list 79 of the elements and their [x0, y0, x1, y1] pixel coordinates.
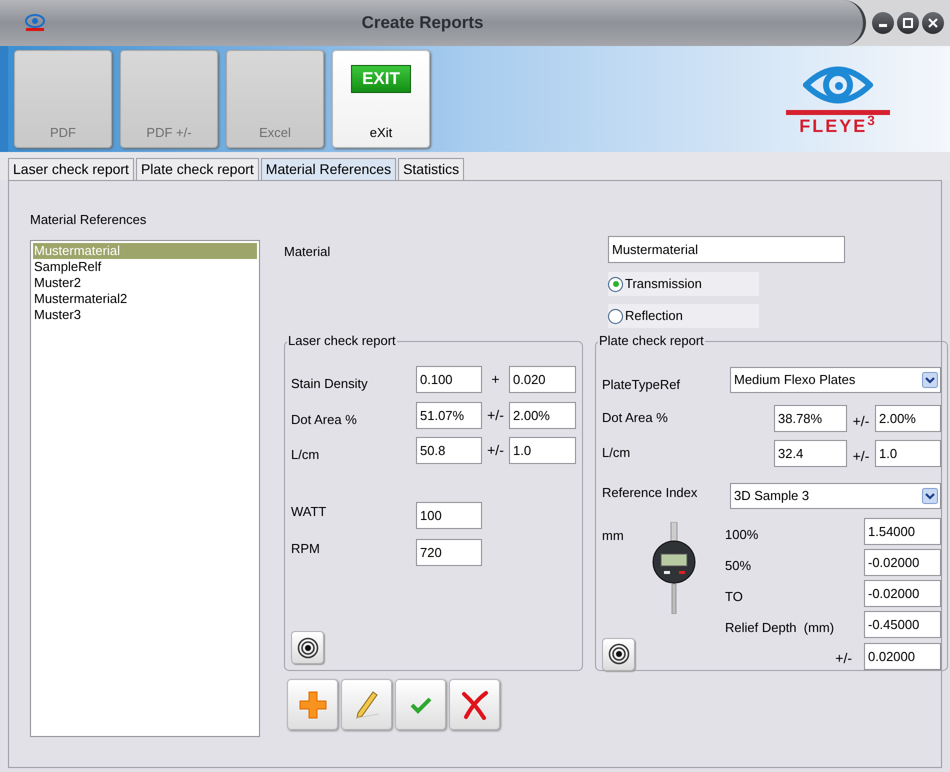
field-label: PlateTypeRef — [602, 376, 682, 394]
dropdown[interactable]: 3D Sample 3 — [730, 482, 941, 508]
app-icon — [24, 14, 46, 32]
radio-option[interactable]: Reflection — [608, 304, 759, 328]
tolerance-field[interactable]: 2.00% — [875, 404, 941, 432]
window-title: Create Reports — [360, 12, 484, 34]
cross-icon — [460, 690, 490, 720]
close-icon — [928, 18, 938, 28]
group-title: Laser check report — [287, 334, 397, 348]
tolerance-sign: +/- — [486, 441, 505, 460]
dropdown[interactable]: Medium Flexo Plates — [730, 366, 941, 393]
chevron-down-icon — [922, 488, 938, 504]
confirm-button[interactable] — [395, 679, 446, 730]
tolerance-field[interactable]: 1.0 — [875, 440, 941, 466]
tolerance-sign: +/- — [835, 648, 853, 668]
tab[interactable]: Laser check report — [8, 158, 134, 180]
plus-icon — [298, 690, 328, 720]
target-icon — [296, 636, 318, 658]
field-label: Dot Area % — [291, 410, 358, 428]
tolerance-field[interactable]: 2.00% — [509, 402, 576, 429]
maximize-icon — [903, 18, 913, 28]
list-item[interactable]: Muster2 — [33, 274, 257, 290]
logo: FLEYE$^{3}$ — [786, 62, 890, 136]
material-field[interactable]: Mustermaterial — [608, 236, 845, 263]
exit-sign: EXIT — [351, 65, 411, 93]
list-item[interactable]: SampleRelf — [33, 258, 257, 274]
list-title: Material References — [30, 211, 148, 229]
value-field[interactable]: 51.07% — [416, 402, 482, 429]
field-label: Stain Density — [291, 375, 369, 393]
unit-label: mm — [602, 526, 625, 544]
measurement-field[interactable]: -0.02000 — [864, 548, 941, 576]
tolerance-sign: + — [490, 370, 501, 390]
measurement-label: TO — [725, 588, 744, 605]
delete-button[interactable] — [449, 679, 500, 730]
add-button[interactable] — [287, 679, 338, 730]
toolbar-button[interactable]: EXIT eXit — [332, 50, 430, 148]
tolerance-sign: +/- — [852, 446, 870, 466]
value-field[interactable]: 0.100 — [416, 366, 482, 394]
target-button[interactable] — [602, 638, 635, 670]
tolerance-field[interactable]: 0.02000 — [864, 642, 941, 670]
field-label: Material — [284, 243, 332, 261]
field-label: L/cm — [602, 444, 632, 462]
list-item[interactable]: Mustermaterial2 — [33, 290, 257, 306]
radio-button[interactable] — [608, 308, 623, 324]
maximize-button[interactable] — [897, 12, 919, 34]
field-label: Reference Index — [602, 484, 698, 502]
edit-button[interactable] — [341, 679, 392, 730]
setting-field[interactable]: 100 — [416, 502, 482, 528]
field-label: L/cm — [291, 446, 320, 464]
setting-field[interactable]: 720 — [416, 538, 482, 566]
tab[interactable]: Material References — [260, 158, 396, 180]
tolerance-sign: +/- — [486, 406, 505, 425]
checkmark-icon — [410, 696, 432, 714]
target-icon — [608, 643, 630, 665]
tolerance-field[interactable]: 0.020 — [509, 366, 576, 394]
measurement-field[interactable]: 1.54000 — [864, 518, 941, 544]
measurement-label: Relief Depth (mm) — [725, 619, 836, 636]
tab[interactable]: Plate check report — [136, 158, 259, 180]
tolerance-field[interactable]: 1.0 — [509, 437, 576, 464]
value-field[interactable]: 38.78% — [774, 404, 847, 432]
target-button[interactable] — [291, 631, 324, 664]
measurement-field[interactable]: -0.02000 — [864, 580, 941, 606]
field-label: RPM — [291, 540, 321, 558]
list-item[interactable]: Muster3 — [33, 306, 257, 322]
value-field[interactable]: 32.4 — [774, 440, 847, 466]
field-label: WATT — [291, 502, 328, 520]
tolerance-sign: +/- — [852, 412, 870, 430]
close-button[interactable] — [922, 12, 944, 34]
measurement-label: 100% — [725, 526, 760, 543]
value-field[interactable]: 50.8 — [416, 437, 482, 464]
measurement-label: 50% — [725, 557, 752, 574]
radio-option[interactable]: Transmission — [608, 272, 759, 296]
group-title: Plate check report — [598, 334, 705, 348]
radio-button[interactable] — [608, 276, 623, 292]
measurement-field[interactable]: -0.45000 — [864, 610, 941, 638]
field-label: Dot Area % — [602, 409, 669, 428]
chevron-down-icon — [922, 372, 938, 388]
tab[interactable]: Statistics — [398, 158, 464, 180]
minimize-button[interactable] — [872, 12, 894, 34]
